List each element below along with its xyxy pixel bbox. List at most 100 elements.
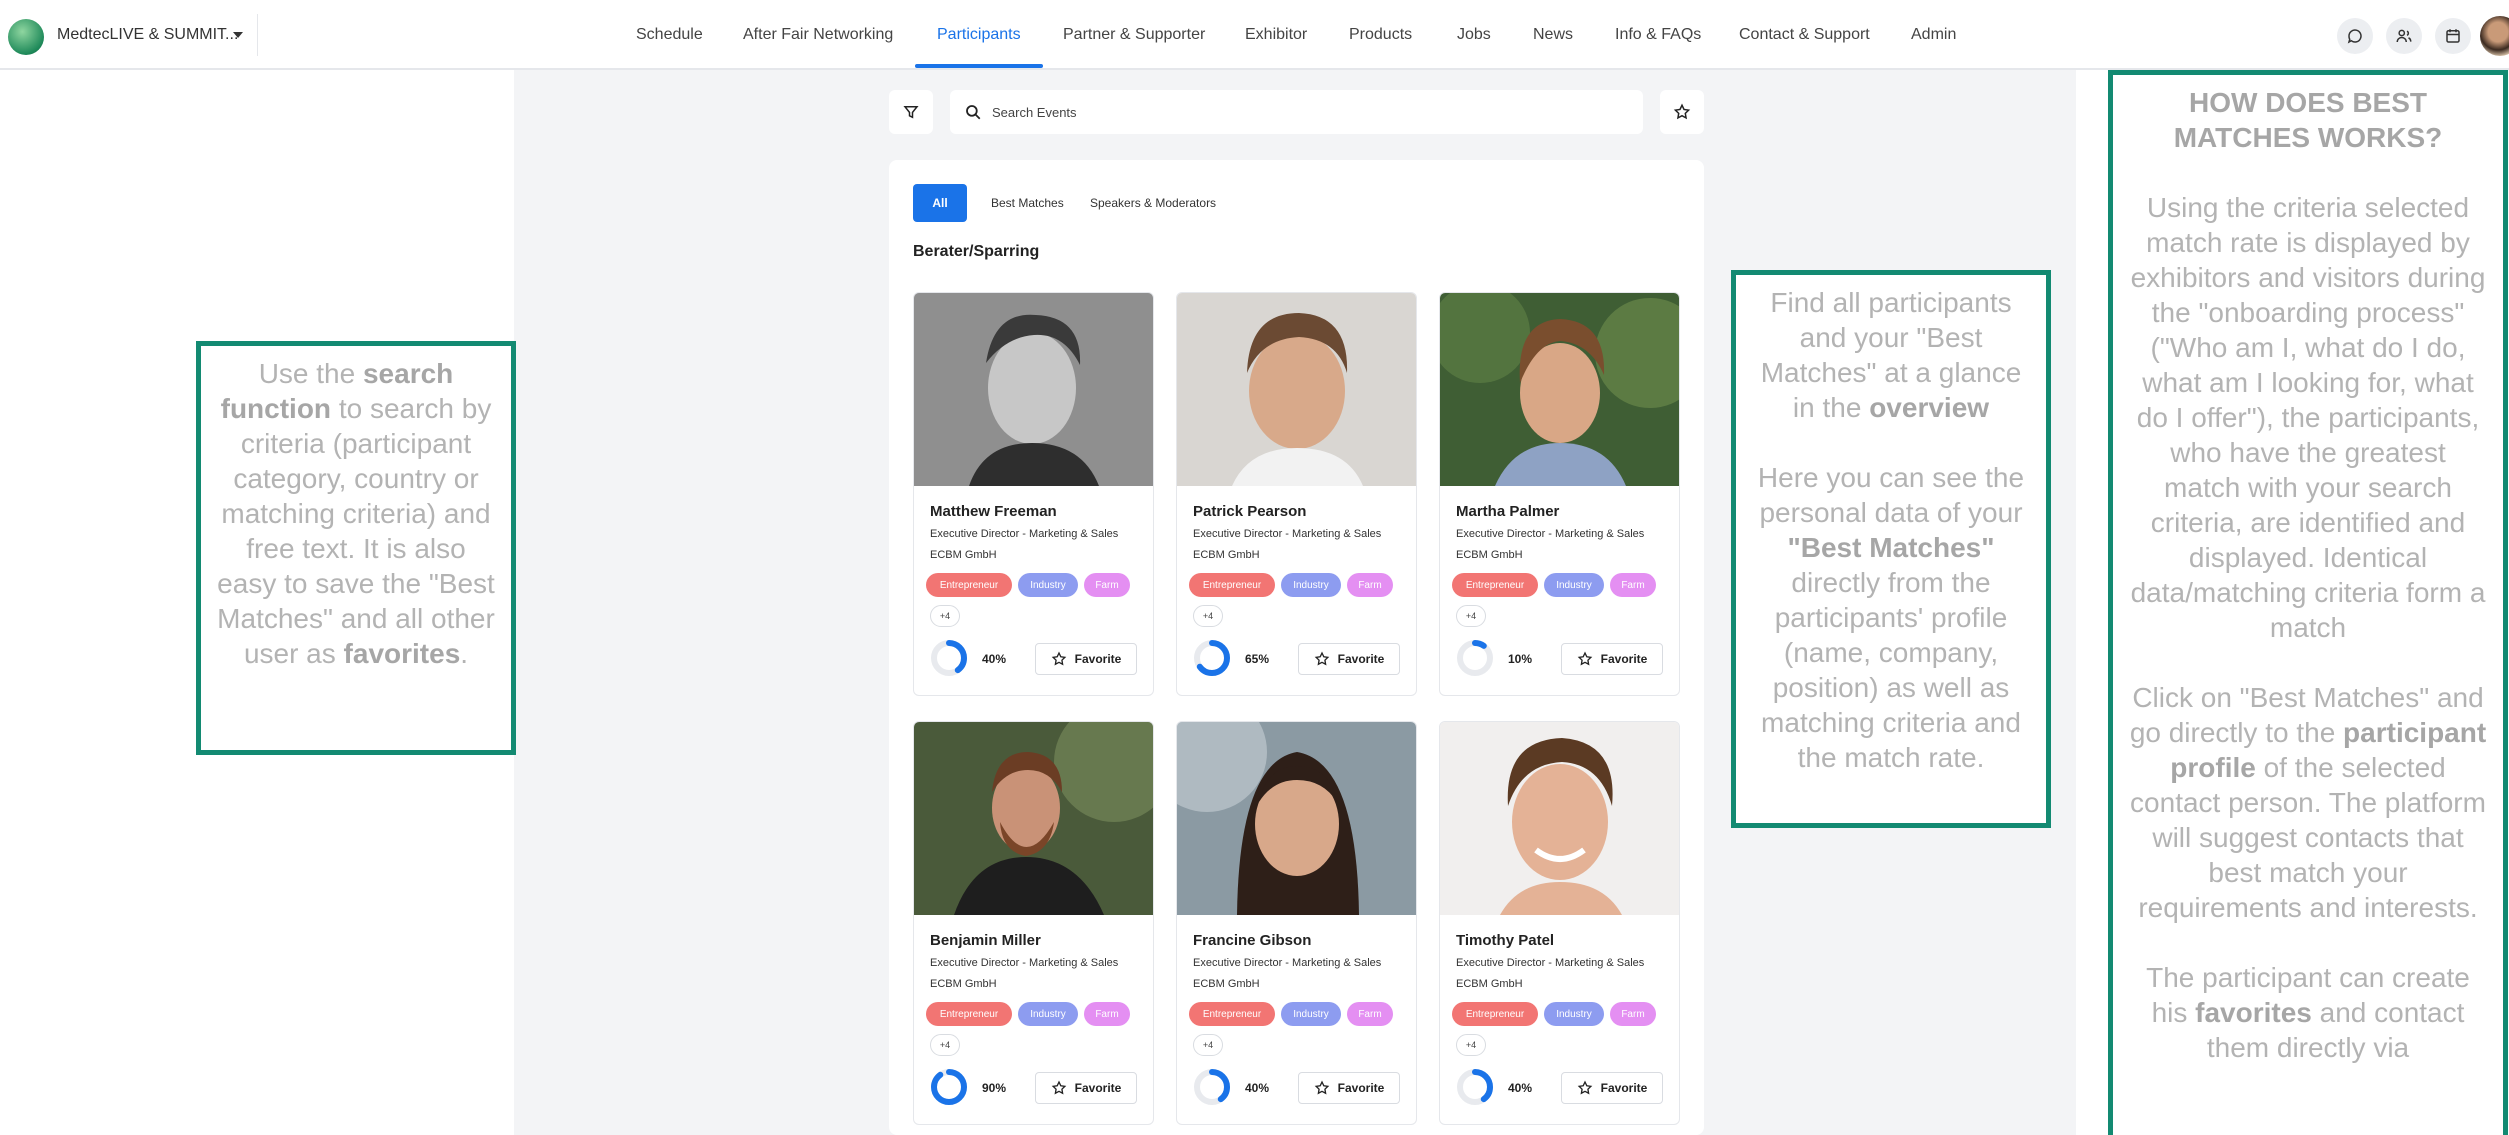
tag-industry: Industry <box>1018 1002 1078 1026</box>
nav-products[interactable]: Products <box>1349 26 1412 44</box>
tag-entrepreneur: Entrepreneur <box>1189 1002 1275 1026</box>
tag-farm: Farm <box>1347 573 1393 597</box>
tag-industry: Industry <box>1018 573 1078 597</box>
tab-all[interactable]: All <box>913 184 967 222</box>
favorite-button[interactable]: Favorite <box>1035 1072 1137 1104</box>
match-rate-value: 10% <box>1508 652 1533 666</box>
annotation-emphasis: overview <box>1869 392 1990 423</box>
annotation-text: Use the <box>258 358 363 389</box>
nav-exhibitor[interactable]: Exhibitor <box>1245 26 1307 44</box>
nav-contact-support[interactable]: Contact & Support <box>1739 26 1870 44</box>
more-tags-badge[interactable]: +4 <box>1193 1034 1223 1056</box>
annotation-text: Using the criteria selected match rate i… <box>2130 192 2486 643</box>
calendar-icon[interactable] <box>2435 18 2471 54</box>
filter-button[interactable] <box>889 90 933 134</box>
match-rate-value: 65% <box>1245 652 1270 666</box>
participant-photo <box>1177 293 1416 486</box>
nav-partner-supporter[interactable]: Partner & Supporter <box>1063 26 1205 44</box>
participant-position: Executive Director - Marketing & Sales <box>1456 957 1645 969</box>
participant-position: Executive Director - Marketing & Sales <box>930 957 1119 969</box>
participant-card[interactable]: Benjamin Miller Executive Director - Mar… <box>913 721 1154 1125</box>
participant-position: Executive Director - Marketing & Sales <box>1456 528 1645 540</box>
tag-entrepreneur: Entrepreneur <box>1452 1002 1538 1026</box>
top-navigation-bar: MedtecLIVE & SUMMIT... Schedule After Fa… <box>0 0 2509 70</box>
participant-company: ECBM GmbH <box>1193 549 1260 561</box>
chat-icon[interactable] <box>2337 18 2373 54</box>
more-tags-badge[interactable]: +4 <box>930 1034 960 1056</box>
participant-company: ECBM GmbH <box>1456 549 1523 561</box>
caret-down-icon[interactable] <box>233 32 243 38</box>
participant-position: Executive Director - Marketing & Sales <box>1193 957 1382 969</box>
participant-card[interactable]: Francine Gibson Executive Director - Mar… <box>1176 721 1417 1125</box>
match-rate-ring <box>1457 640 1493 676</box>
participant-name[interactable]: Patrick Pearson <box>1193 503 1306 520</box>
participant-card[interactable]: Timothy Patel Executive Director - Marke… <box>1439 721 1680 1125</box>
favorite-button[interactable]: Favorite <box>1298 1072 1400 1104</box>
tag-entrepreneur: Entrepreneur <box>926 1002 1012 1026</box>
star-icon <box>1577 651 1592 666</box>
participant-name[interactable]: Benjamin Miller <box>930 932 1041 949</box>
participant-card[interactable]: Matthew Freeman Executive Director - Mar… <box>913 292 1154 696</box>
participant-name[interactable]: Timothy Patel <box>1456 932 1554 949</box>
more-tags-badge[interactable]: +4 <box>1456 605 1486 627</box>
match-rate-ring <box>1194 640 1230 676</box>
participant-company: ECBM GmbH <box>1193 978 1260 990</box>
favorite-button[interactable]: Favorite <box>1561 1072 1663 1104</box>
star-icon <box>1051 1080 1066 1095</box>
participant-photo <box>914 722 1153 915</box>
nav-participants[interactable]: Participants <box>937 26 1021 44</box>
participant-card[interactable]: Patrick Pearson Executive Director - Mar… <box>1176 292 1417 696</box>
event-selector[interactable]: MedtecLIVE & SUMMIT... <box>57 26 238 44</box>
annotation-best-matches-explainer: HOW DOES BEST MATCHES WORKS? Using the c… <box>2108 70 2508 1135</box>
people-icon[interactable] <box>2386 18 2422 54</box>
match-rate-value: 90% <box>982 1081 1007 1095</box>
tag-entrepreneur: Entrepreneur <box>926 573 1012 597</box>
participants-panel: All Best Matches Speakers & Moderators B… <box>889 160 1704 1135</box>
annotation-heading: HOW DOES BEST MATCHES WORKS? <box>2173 87 2443 153</box>
participant-name[interactable]: Francine Gibson <box>1193 932 1311 949</box>
star-icon <box>1577 1080 1592 1095</box>
tag-farm: Farm <box>1347 1002 1393 1026</box>
nav-info-faqs[interactable]: Info & FAQs <box>1615 26 1701 44</box>
favorites-filter-button[interactable] <box>1660 90 1704 134</box>
tag-industry: Industry <box>1544 573 1604 597</box>
participant-photo <box>1177 722 1416 915</box>
search-bar[interactable] <box>950 90 1643 134</box>
tag-farm: Farm <box>1610 573 1656 597</box>
favorite-label: Favorite <box>1074 652 1122 666</box>
participant-name[interactable]: Martha Palmer <box>1456 503 1559 520</box>
event-logo[interactable] <box>8 19 44 55</box>
match-rate-ring <box>1194 1069 1230 1105</box>
nav-jobs[interactable]: Jobs <box>1457 26 1491 44</box>
star-icon <box>1051 651 1066 666</box>
nav-news[interactable]: News <box>1533 26 1573 44</box>
match-rate-value: 40% <box>982 652 1007 666</box>
annotation-search-function: Use the search function to search by cri… <box>196 341 516 755</box>
participant-position: Executive Director - Marketing & Sales <box>930 528 1119 540</box>
more-tags-badge[interactable]: +4 <box>1193 605 1223 627</box>
match-rate-value: 40% <box>1508 1081 1533 1095</box>
search-input[interactable] <box>992 100 1592 124</box>
favorite-button[interactable]: Favorite <box>1035 643 1137 675</box>
more-tags-badge[interactable]: +4 <box>1456 1034 1486 1056</box>
favorite-button[interactable]: Favorite <box>1561 643 1663 675</box>
participant-photo <box>1440 293 1679 486</box>
participant-photo <box>914 293 1153 486</box>
participant-card[interactable]: Martha Palmer Executive Director - Marke… <box>1439 292 1680 696</box>
active-tab-indicator <box>915 64 1043 68</box>
favorite-label: Favorite <box>1337 1081 1385 1095</box>
nav-after-fair-networking[interactable]: After Fair Networking <box>743 26 893 44</box>
tab-best-matches[interactable]: Best Matches <box>991 184 1064 222</box>
nav-divider <box>257 14 258 56</box>
tag-farm: Farm <box>1610 1002 1656 1026</box>
participant-position: Executive Director - Marketing & Sales <box>1193 528 1382 540</box>
tab-speakers-moderators[interactable]: Speakers & Moderators <box>1090 184 1216 222</box>
match-rate-ring <box>1457 1069 1493 1105</box>
more-tags-badge[interactable]: +4 <box>930 605 960 627</box>
nav-admin[interactable]: Admin <box>1911 26 1956 44</box>
annotation-text: directly from the participants' profile … <box>1761 567 2021 773</box>
user-avatar[interactable] <box>2480 16 2509 56</box>
participant-name[interactable]: Matthew Freeman <box>930 503 1057 520</box>
nav-schedule[interactable]: Schedule <box>636 26 703 44</box>
favorite-button[interactable]: Favorite <box>1298 643 1400 675</box>
